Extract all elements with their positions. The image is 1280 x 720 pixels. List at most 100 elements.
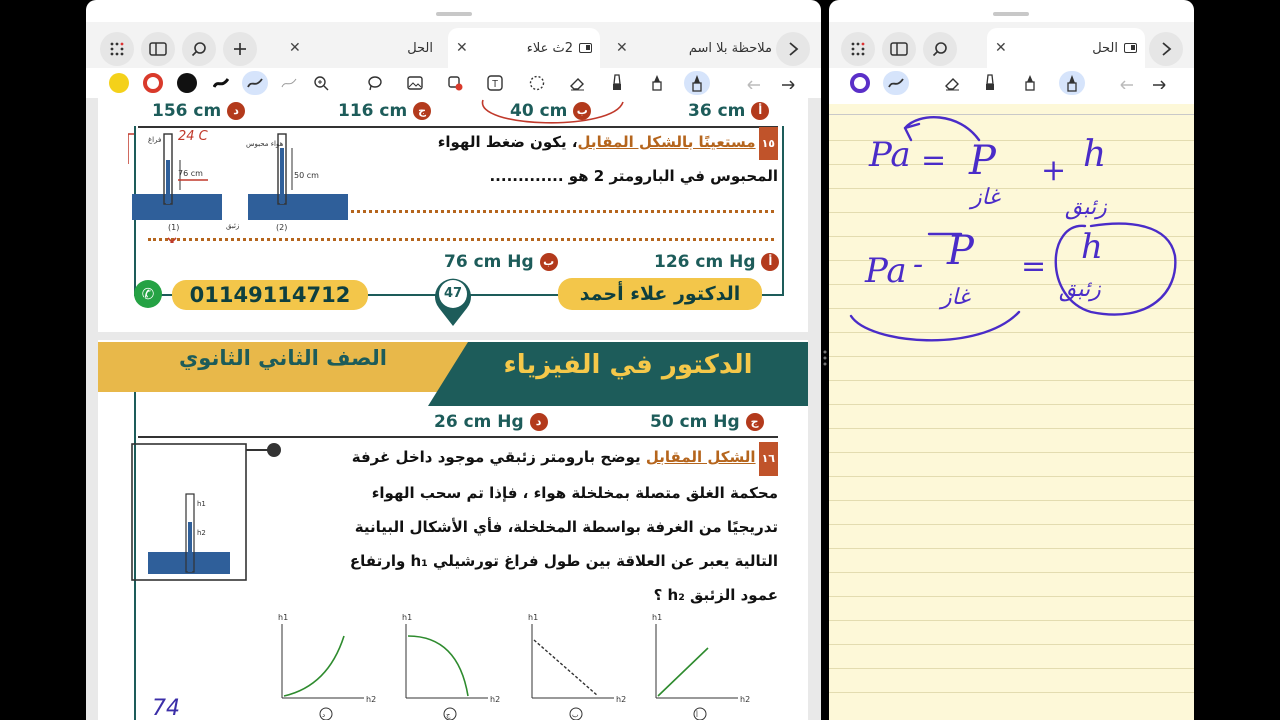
undo-icon[interactable] xyxy=(1113,71,1139,95)
svg-text:د: د xyxy=(322,711,325,719)
svg-text:=: = xyxy=(1021,249,1046,284)
svg-text:هواء محبوس: هواء محبوس xyxy=(246,140,284,148)
shapes-icon[interactable] xyxy=(442,71,468,95)
lasso-icon[interactable] xyxy=(362,71,388,95)
drawing-toolbar: T xyxy=(86,68,821,98)
tab-bar: ✕ الحل ✕ 2ث علاء ✕ ملاحظة بلا اسم xyxy=(86,22,821,68)
tab-label: 2ث علاء xyxy=(526,40,573,56)
tab-solution[interactable]: ✕ الحل xyxy=(987,28,1145,68)
chevron-right-icon[interactable] xyxy=(1149,32,1183,66)
undo-icon[interactable] xyxy=(740,71,766,95)
page-number: 47 xyxy=(443,286,463,301)
dots-menu-icon[interactable] xyxy=(841,32,875,66)
zoom-icon[interactable] xyxy=(308,71,334,95)
window-grabber[interactable] xyxy=(993,12,1029,16)
barometer-figure: فراغ هواء محبوس 76 cm 50 cm زئبق (1) (2)… xyxy=(128,129,348,243)
document-icon xyxy=(579,43,592,53)
document-icon xyxy=(1124,43,1137,53)
stroke-medium-icon[interactable] xyxy=(883,71,909,95)
q15-option-a: 126 cm Hg أ xyxy=(654,252,780,272)
redo-icon[interactable] xyxy=(1147,71,1173,95)
highlighter-icon[interactable] xyxy=(977,71,1003,95)
pen-icon[interactable] xyxy=(684,71,710,95)
option-c: 50 cm Hg ج xyxy=(650,412,764,432)
svg-text:T: T xyxy=(492,79,498,90)
whatsapp-icon: ✆ xyxy=(134,280,162,308)
svg-text:أ: أ xyxy=(696,710,698,719)
chevron-right-icon[interactable] xyxy=(776,32,810,66)
grade-label: الصف الثاني الثانوي xyxy=(179,346,387,370)
svg-text:غاز: غاز xyxy=(938,285,971,310)
svg-text:h2: h2 xyxy=(366,695,376,704)
svg-text:Pa: Pa xyxy=(864,251,907,291)
graph-b: h1 h2 ب xyxy=(528,613,626,720)
option-a: 36 cm أ xyxy=(688,101,770,121)
handwritten-equations: Pa = P غاز + h زئبق Pa - P غاز = h زئبق xyxy=(849,116,1177,342)
close-icon[interactable]: ✕ xyxy=(281,40,309,56)
pencil-icon[interactable] xyxy=(644,71,670,95)
dots-menu-icon[interactable] xyxy=(100,32,134,66)
svg-text:h1: h1 xyxy=(652,613,662,622)
search-icon[interactable] xyxy=(182,32,216,66)
drawing-toolbar xyxy=(829,68,1194,98)
select-icon[interactable] xyxy=(524,71,550,95)
close-icon[interactable]: ✕ xyxy=(448,40,476,56)
text-icon[interactable]: T xyxy=(482,71,508,95)
page-number-pin xyxy=(435,278,471,326)
document-view[interactable]: 156 cm د 116 cm ج 40 cm ب 36 cm أ ١٥مستع… xyxy=(86,98,821,720)
purple-color-swatch[interactable] xyxy=(847,71,873,95)
svg-text:ب: ب xyxy=(572,711,579,719)
svg-text:(1): (1) xyxy=(168,223,179,232)
svg-text:50 cm: 50 cm xyxy=(294,171,319,180)
sidebar-icon[interactable] xyxy=(141,32,175,66)
stroke-thin-icon[interactable] xyxy=(276,71,302,95)
tab-solution[interactable]: ✕ الحل xyxy=(281,28,439,68)
split-view-handle[interactable] xyxy=(821,348,829,372)
note-canvas[interactable]: Pa = P غاز + h زئبق Pa - P غاز = h زئبق xyxy=(829,104,1194,720)
stroke-medium-icon[interactable] xyxy=(242,71,268,95)
new-tab-button[interactable] xyxy=(223,32,257,66)
tab-bar: ✕ الحل xyxy=(829,22,1194,68)
svg-text:h2: h2 xyxy=(616,695,626,704)
tab-label: الحل xyxy=(407,40,433,56)
svg-text:24 C: 24 C xyxy=(178,129,209,144)
graph-d: h1 h2 د xyxy=(278,613,376,720)
svg-text:زئبق: زئبق xyxy=(1059,277,1101,302)
svg-text:زئبق: زئبق xyxy=(226,222,239,230)
pen-icon[interactable] xyxy=(1059,71,1085,95)
svg-text:h2: h2 xyxy=(740,695,750,704)
eraser-icon[interactable] xyxy=(939,71,965,95)
page-47: 156 cm د 116 cm ج 40 cm ب 36 cm أ ١٥مستع… xyxy=(98,98,808,332)
author-name: الدكتور علاء أحمد xyxy=(558,278,762,310)
svg-text:h: h xyxy=(1083,134,1106,175)
red-color-swatch[interactable] xyxy=(140,71,166,95)
window-grabber[interactable] xyxy=(436,12,472,16)
right-window: ✕ الحل Pa = P غاز + h زئبق Pa - P غاز = … xyxy=(829,0,1194,720)
black-color-swatch[interactable] xyxy=(174,71,200,95)
graph-a: h1 h2 أ xyxy=(652,613,750,720)
svg-text:ج: ج xyxy=(446,711,451,719)
image-icon[interactable] xyxy=(402,71,428,95)
sidebar-icon[interactable] xyxy=(882,32,916,66)
question-16: ١٦الشكل المقابل يوضح بارومتر زئبقي موجود… xyxy=(308,440,778,612)
yellow-color-swatch[interactable] xyxy=(106,71,132,95)
search-icon[interactable] xyxy=(923,32,957,66)
left-window: ✕ الحل ✕ 2ث علاء ✕ ملاحظة بلا اسم T 156 … xyxy=(86,0,821,720)
page-title: الدكتور في الفيزياء xyxy=(503,350,753,380)
tab-alaa[interactable]: ✕ 2ث علاء xyxy=(448,28,600,68)
highlighter-icon[interactable] xyxy=(604,71,630,95)
close-icon[interactable]: ✕ xyxy=(987,40,1015,56)
stroke-thick-icon[interactable] xyxy=(208,71,234,95)
close-icon[interactable]: ✕ xyxy=(608,40,636,56)
svg-text:+: + xyxy=(1041,153,1066,188)
pencil-icon[interactable] xyxy=(1017,71,1043,95)
eraser-icon[interactable] xyxy=(564,71,590,95)
graph-c: h1 h2 ج xyxy=(402,613,500,720)
svg-text:h2: h2 xyxy=(197,529,206,537)
redo-icon[interactable] xyxy=(776,71,802,95)
svg-text:h2: h2 xyxy=(490,695,500,704)
tab-untitled-note[interactable]: ✕ ملاحظة بلا اسم xyxy=(608,28,778,68)
svg-text:h: h xyxy=(1081,227,1103,267)
svg-text:زئبق: زئبق xyxy=(1065,195,1107,220)
tab-label: الحل xyxy=(1092,40,1118,56)
